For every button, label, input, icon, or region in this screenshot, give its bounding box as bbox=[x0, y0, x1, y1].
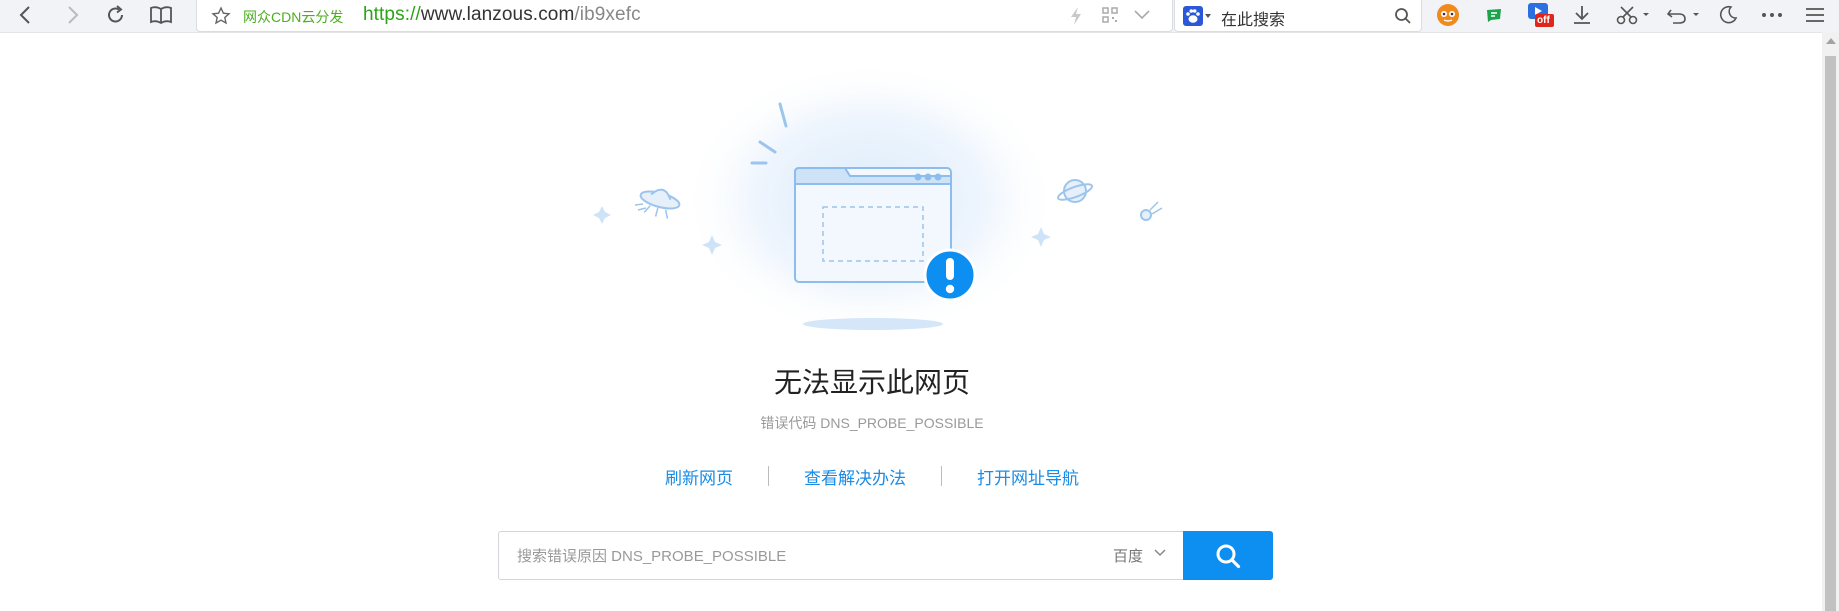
divider bbox=[941, 466, 942, 486]
url-text[interactable]: https://www.lanzous.com/ib9xefc bbox=[363, 4, 641, 26]
extension-face[interactable] bbox=[1434, 0, 1462, 30]
floor-shadow bbox=[803, 318, 943, 330]
chevron-down-icon[interactable] bbox=[1154, 549, 1166, 557]
exclamation-badge-icon bbox=[923, 248, 977, 302]
error-actions: 刷新网页 查看解决办法 打开网址导航 bbox=[0, 462, 1744, 490]
screenshot-button[interactable] bbox=[1613, 0, 1653, 30]
back-arrow-icon bbox=[19, 6, 30, 24]
sidebar-menu-button[interactable] bbox=[1800, 0, 1830, 30]
hamburger-icon bbox=[1806, 8, 1824, 22]
bookmark-star-icon[interactable] bbox=[211, 6, 231, 26]
baidu-paw-icon[interactable] bbox=[1183, 6, 1203, 26]
planet-icon bbox=[1056, 179, 1094, 203]
error-code: 错误代码 DNS_PROBE_POSSIBLE bbox=[760, 415, 984, 431]
ufo-icon bbox=[639, 188, 681, 219]
engine-selector[interactable]: 百度 bbox=[1113, 545, 1143, 566]
moon-icon bbox=[1720, 5, 1738, 24]
page-scrollbar[interactable] bbox=[1822, 32, 1839, 611]
cdn-label: 网众CDN云分发 bbox=[243, 9, 344, 25]
reload-icon bbox=[108, 5, 123, 23]
engine-dropdown-caret[interactable] bbox=[1205, 14, 1211, 18]
comet-icon bbox=[1140, 201, 1163, 221]
search-submit-button[interactable] bbox=[1183, 531, 1273, 580]
orange-face-icon bbox=[1437, 4, 1459, 26]
search-icon bbox=[1216, 544, 1241, 568]
forward-arrow-icon bbox=[68, 6, 79, 24]
motion-line bbox=[634, 203, 647, 211]
forward-button[interactable] bbox=[58, 0, 86, 30]
url-host: www.lanzous.com bbox=[420, 4, 575, 25]
divider bbox=[768, 466, 769, 486]
address-bar[interactable]: 网众CDN云分发 https://www.lanzous.com/ib9xefc bbox=[196, 0, 1173, 32]
more-dots-icon bbox=[1762, 13, 1782, 17]
download-icon bbox=[1574, 6, 1590, 24]
extension-adblock[interactable]: off bbox=[1523, 0, 1557, 30]
back-button[interactable] bbox=[12, 0, 40, 30]
scissors-icon bbox=[1616, 6, 1649, 25]
error-search-input[interactable]: 搜索错误原因 DNS_PROBE_POSSIBLE bbox=[517, 545, 786, 566]
undo-close-tab-button[interactable] bbox=[1663, 0, 1703, 30]
error-illustration bbox=[593, 60, 1163, 340]
search-icon[interactable] bbox=[1394, 7, 1412, 25]
adblock-off-badge: off bbox=[1537, 15, 1550, 26]
sparkle-icon bbox=[593, 206, 611, 224]
download-button[interactable] bbox=[1568, 0, 1596, 30]
undo-icon bbox=[1666, 9, 1699, 24]
qr-code-icon[interactable] bbox=[1101, 6, 1119, 24]
open-nav-link[interactable]: 打开网址导航 bbox=[977, 464, 1079, 489]
reload-button[interactable] bbox=[102, 0, 130, 30]
night-mode-button[interactable] bbox=[1714, 0, 1742, 30]
url-protocol: https:// bbox=[363, 4, 421, 25]
book-icon bbox=[150, 6, 172, 25]
error-title: 无法显示此网页 bbox=[773, 367, 970, 398]
scrollbar-thumb[interactable] bbox=[1825, 56, 1836, 611]
green-chat-icon bbox=[1487, 9, 1501, 22]
lightning-icon[interactable] bbox=[1069, 6, 1083, 26]
refresh-page-link[interactable]: 刷新网页 bbox=[665, 464, 733, 489]
chevron-down-icon[interactable] bbox=[1133, 9, 1151, 21]
url-path: /ib9xefc bbox=[574, 4, 641, 25]
more-menu-button[interactable] bbox=[1758, 0, 1786, 30]
browser-toolbar: 网众CDN云分发 https://www.lanzous.com/ib9xefc… bbox=[0, 0, 1839, 33]
reading-mode-button[interactable] bbox=[146, 0, 176, 30]
error-search-box: 搜索错误原因 DNS_PROBE_POSSIBLE 百度 bbox=[498, 531, 1273, 580]
extension-green[interactable] bbox=[1480, 0, 1508, 30]
toolbar-search[interactable]: 在此搜索 bbox=[1174, 0, 1422, 32]
toolbar-search-input[interactable]: 在此搜索 bbox=[1221, 6, 1285, 30]
view-solutions-link[interactable]: 查看解决办法 bbox=[804, 464, 906, 489]
scroll-up-arrow-icon[interactable] bbox=[1826, 38, 1836, 44]
